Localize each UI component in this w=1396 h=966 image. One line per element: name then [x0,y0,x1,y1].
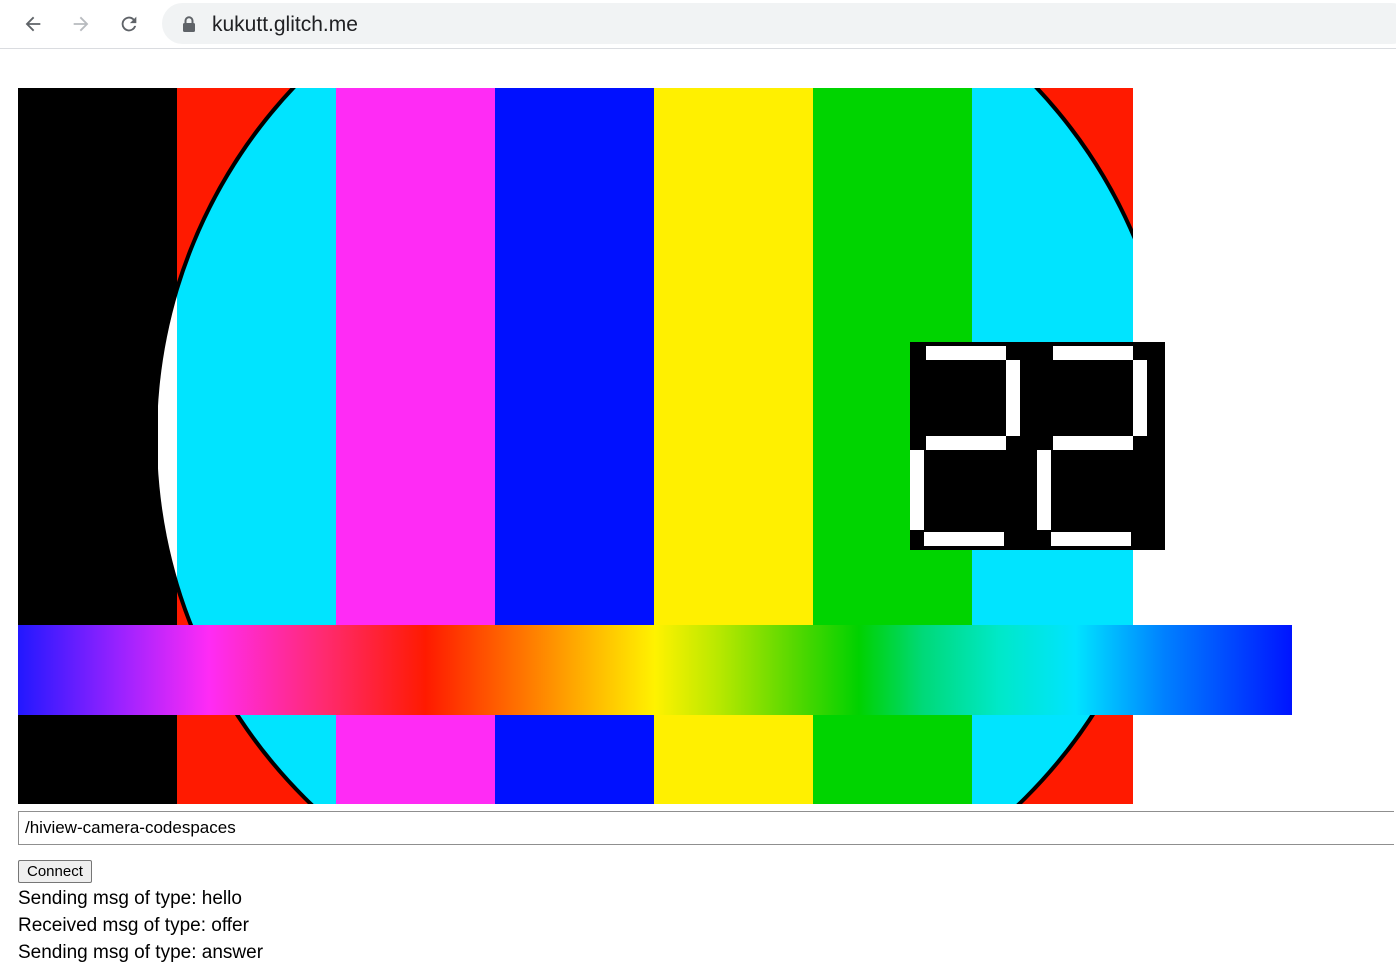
connect-button[interactable]: Connect [18,860,92,883]
segment [924,532,1004,546]
segment [1037,450,1051,530]
reload-icon [121,16,137,32]
lock-icon [183,16,195,32]
segment [1051,532,1131,546]
log-line: Sending msg of type: hello [18,888,242,909]
segment [1133,360,1147,436]
segment [1053,346,1133,360]
back-button[interactable] [17,8,49,40]
browser-toolbar: kukutt.glitch.me [0,0,1396,49]
forward-arrow-icon [73,16,89,32]
log-line: Sending msg of type: answer [18,942,264,963]
address-bar[interactable]: kukutt.glitch.me [162,3,1396,44]
room-input[interactable] [18,811,1394,845]
segment [910,450,924,530]
message-log: Sending msg of type: hello Received msg … [18,885,1388,966]
segment [926,436,1006,450]
rainbow-gradient-strip [18,625,1292,715]
frame-counter [910,342,1165,550]
back-arrow-icon [25,16,41,32]
segment [926,346,1006,360]
reload-button[interactable] [113,8,145,40]
segment [1053,436,1133,450]
segment [1006,360,1020,436]
log-line: Received msg of type: offer [18,915,249,936]
url-text: kukutt.glitch.me [212,13,358,36]
forward-button[interactable] [65,8,97,40]
